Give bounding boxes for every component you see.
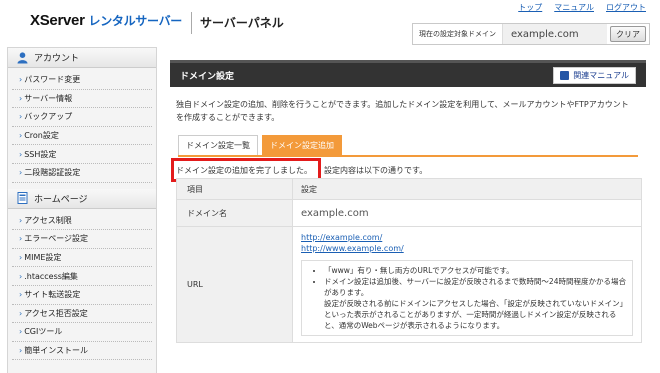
url-label: URL [176, 226, 293, 343]
sidebar: アカウント › パスワード変更 › サーバー情報 › バックアップ › Cron設定 ›… [7, 47, 157, 373]
user-icon [16, 51, 28, 64]
sidebar-item-label: アクセス制限 [24, 215, 72, 225]
book-icon [560, 70, 570, 80]
tab-domain-list[interactable]: ドメイン設定一覧 [178, 135, 258, 155]
header: XServer レンタルサーバー サーバーパネル トップ マニュアル ログアウト… [0, 0, 660, 46]
sidebar-item-backup[interactable]: › バックアップ [12, 108, 152, 127]
panel-title: サーバーパネル [200, 16, 284, 30]
current-domain-value: example.com [502, 24, 607, 44]
sidebar-item-cgi[interactable]: › CGIツール [12, 323, 152, 342]
intro-text: 独自ドメイン設定の追加、削除を行うことができます。追加したドメイン設定を利用して… [176, 100, 629, 122]
sidebar-item-label: CGIツール [24, 327, 63, 337]
sidebar-item-label: Cron設定 [24, 131, 59, 141]
table-row: URL http://example.com/ http://www.examp… [176, 226, 642, 343]
arrow-icon: › [19, 149, 23, 159]
top-link-top[interactable]: トップ [518, 2, 542, 13]
sidebar-item-label: アクセス拒否設定 [24, 308, 88, 318]
sidebar-item-htaccess[interactable]: › .htaccess編集 [12, 267, 152, 286]
sidebar-item-site-redirect[interactable]: › サイト転送設定 [12, 286, 152, 305]
sidebar-section-title: ホームページ [34, 194, 88, 205]
arrow-icon: › [19, 234, 23, 244]
table-header-row: 項目 設定 [176, 178, 642, 200]
main-content: ドメイン設定 関連マニュアル 独自ドメイン設定の追加、削除を行うことができます。… [170, 60, 646, 373]
current-domain-box: 現在の設定対象ドメイン example.com クリア [412, 23, 650, 45]
url-link[interactable]: http://www.example.com/ [301, 243, 641, 254]
url-links: http://example.com/ http://www.example.c… [293, 227, 641, 254]
sidebar-item-mime[interactable]: › MIME設定 [12, 249, 152, 268]
arrow-icon: › [19, 93, 23, 103]
url-notes: 「www」有り・無し両方のURLでアクセスが可能です。 ドメイン設定は追加後、サ… [301, 260, 633, 336]
tabs: ドメイン設定一覧 ドメイン設定追加 [178, 135, 646, 155]
sidebar-item-error-page[interactable]: › エラーページ設定 [12, 230, 152, 249]
sidebar-item-label: 簡単インストール [24, 346, 89, 356]
sidebar-item-label: 二段階認証設定 [24, 168, 81, 178]
completion-subtext: 設定内容は以下の通りです。 [324, 166, 428, 175]
top-link-manual[interactable]: マニュアル [554, 2, 594, 13]
sidebar-item-label: .htaccess編集 [24, 271, 78, 281]
arrow-icon: › [19, 253, 23, 263]
arrow-icon: › [19, 327, 23, 337]
sidebar-section-homepage[interactable]: ホームページ [8, 188, 156, 209]
result-table: 項目 設定 ドメイン名 example.com URL http://examp… [176, 178, 642, 343]
logo-brand: XServer [30, 12, 85, 29]
sidebar-item-access-deny[interactable]: › アクセス拒否設定 [12, 305, 152, 324]
tab-underline [178, 155, 638, 157]
arrow-icon: › [19, 75, 23, 85]
logo-divider [191, 12, 192, 34]
arrow-icon: › [19, 308, 23, 318]
sidebar-item-2fa[interactable]: › 二段階認証設定 [12, 164, 152, 183]
sidebar-item-label: サイト転送設定 [24, 290, 81, 300]
arrow-icon: › [19, 168, 23, 178]
clear-button[interactable]: クリア [610, 26, 646, 42]
sidebar-item-label: サーバー情報 [24, 93, 73, 103]
related-manual-label: 関連マニュアル [573, 70, 629, 80]
top-links: トップ マニュアル ログアウト [518, 2, 646, 13]
table-row: ドメイン名 example.com [176, 199, 642, 227]
current-domain-label: 現在の設定対象ドメイン [413, 24, 502, 44]
arrow-icon: › [19, 112, 23, 122]
domain-name-value: example.com [292, 199, 642, 227]
sidebar-item-cron[interactable]: › Cron設定 [12, 127, 152, 146]
completion-message: ドメイン設定の追加を完了しました。 設定内容は以下の通りです。 [171, 158, 646, 182]
sidebar-section-account[interactable]: アカウント [8, 48, 156, 68]
sidebar-item-server-info[interactable]: › サーバー情報 [12, 90, 152, 109]
sidebar-item-access-limit[interactable]: › アクセス制限 [12, 212, 152, 231]
logo-brand-sub: レンタルサーバー [88, 14, 183, 28]
sidebar-item-label: バックアップ [24, 112, 73, 122]
sidebar-item-easy-install[interactable]: › 簡単インストール [12, 342, 152, 361]
sidebar-section-title: アカウント [34, 54, 80, 64]
sidebar-item-label: SSH設定 [24, 149, 57, 159]
arrow-icon: › [19, 271, 23, 281]
sidebar-item-label: エラーページ設定 [24, 234, 89, 244]
table-header-item: 項目 [176, 178, 293, 200]
title-bar: ドメイン設定 関連マニュアル [170, 60, 646, 87]
sidebar-list-homepage: › アクセス制限 › エラーページ設定 › MIME設定 › .htaccess編集 ›… [8, 209, 156, 367]
sidebar-item-label: パスワード変更 [24, 75, 81, 85]
url-cell: http://example.com/ http://www.example.c… [292, 226, 642, 343]
note-item: 「www」有り・無し両方のURLでアクセスが可能です。 [324, 265, 626, 276]
arrow-icon: › [19, 131, 23, 141]
page-icon [16, 192, 28, 205]
url-link[interactable]: http://example.com/ [301, 232, 641, 243]
sidebar-item-password[interactable]: › パスワード変更 [12, 71, 152, 90]
arrow-icon: › [19, 215, 23, 225]
related-manual-button[interactable]: 関連マニュアル [553, 66, 636, 84]
sidebar-item-label: MIME設定 [24, 253, 62, 263]
top-link-logout[interactable]: ログアウト [606, 2, 646, 13]
logo[interactable]: XServer レンタルサーバー [30, 12, 182, 29]
sidebar-item-ssh[interactable]: › SSH設定 [12, 145, 152, 164]
note-item: ドメイン設定は追加後、サーバーに設定が反映されるまで数時間〜24時間程度かかる場… [324, 276, 626, 298]
sidebar-list-account: › パスワード変更 › サーバー情報 › バックアップ › Cron設定 › SSH設定 … [8, 68, 156, 189]
page-title: ドメイン設定 [180, 71, 235, 82]
table-header-setting: 設定 [292, 178, 642, 200]
tab-domain-add[interactable]: ドメイン設定追加 [262, 135, 342, 155]
arrow-icon: › [19, 346, 23, 356]
domain-name-label: ドメイン名 [176, 199, 293, 227]
note-subtext: 設定が反映される前にドメインにアクセスした場合、「設定が反映されていないドメイン… [324, 299, 624, 330]
arrow-icon: › [19, 290, 23, 300]
